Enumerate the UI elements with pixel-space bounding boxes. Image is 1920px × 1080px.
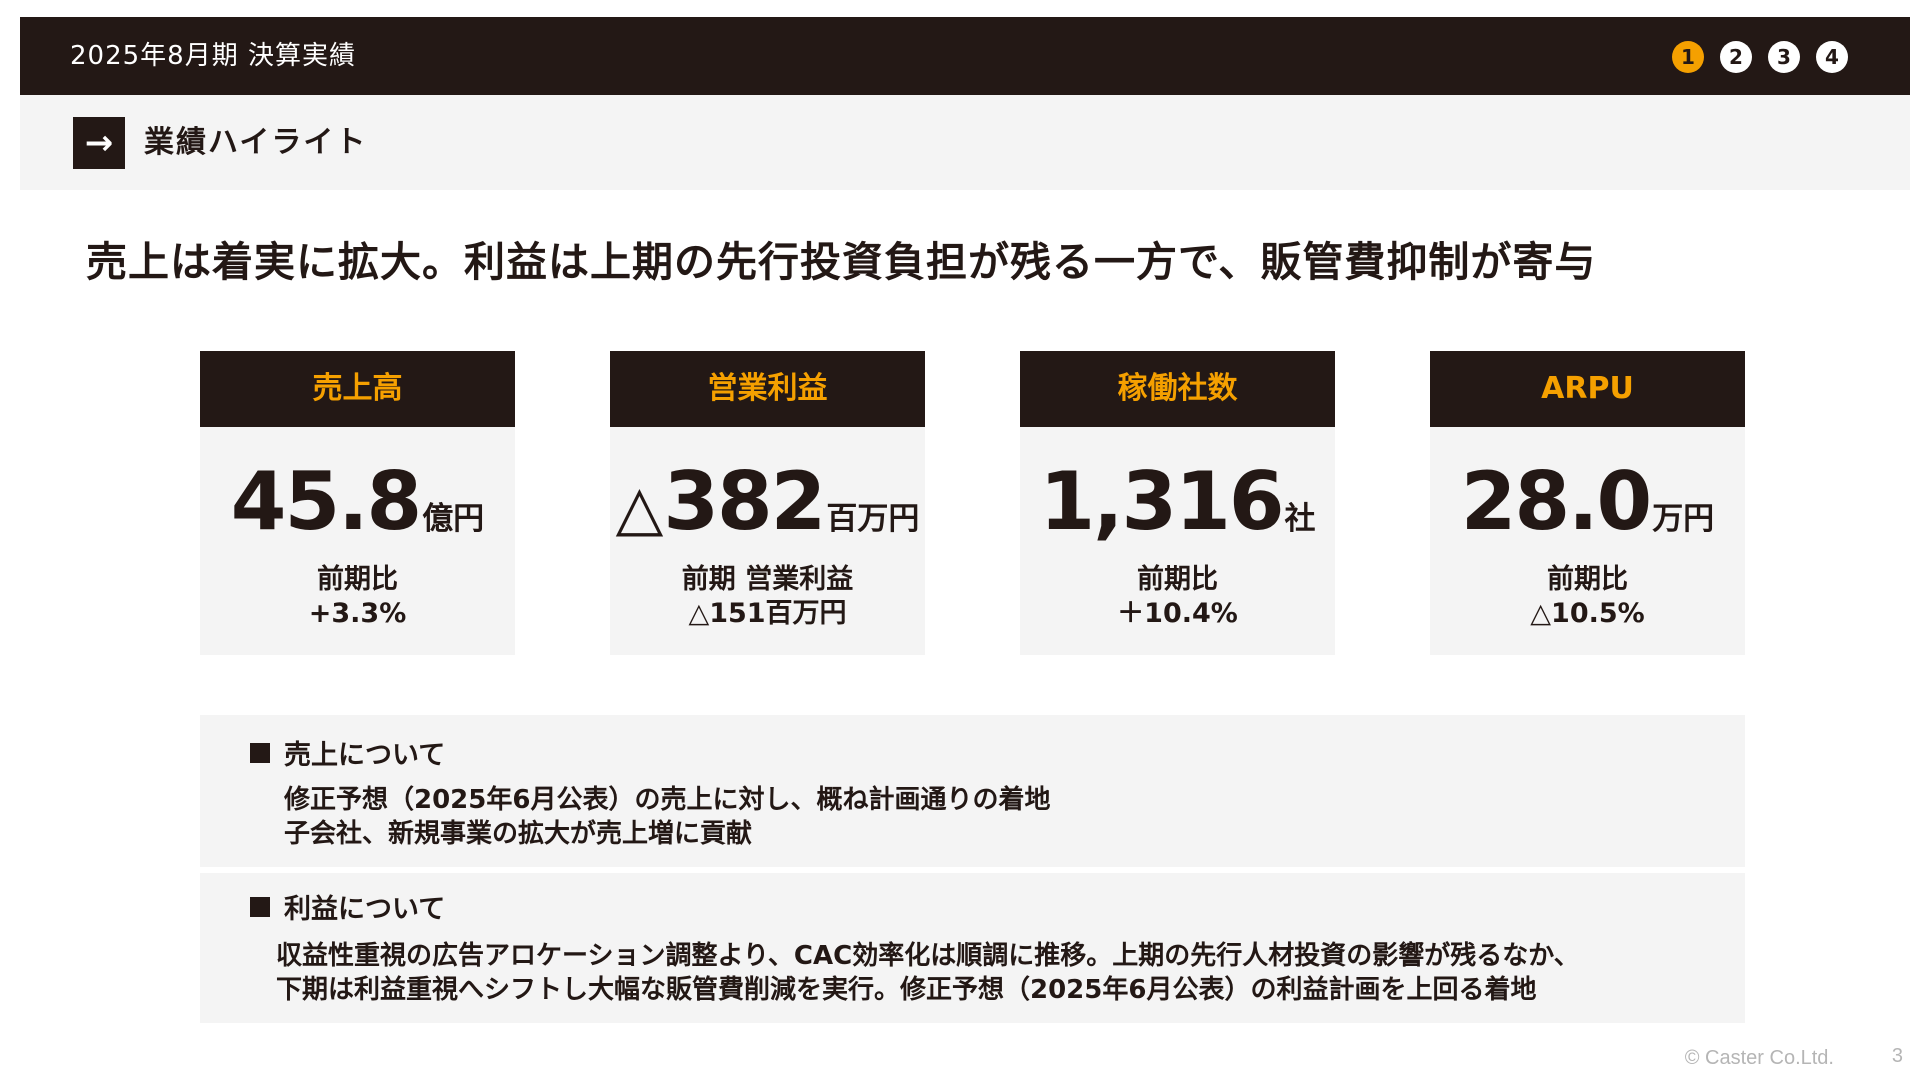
kpi-card-active-companies: 稼働社数 1,316社 前期比 ＋10.4%: [1020, 351, 1335, 655]
kpi-comparison-value: △151百万円: [688, 598, 847, 629]
kpi-value: 382: [663, 455, 826, 548]
kpi-unit: 億円: [422, 501, 485, 537]
kpi-value: 1,316: [1039, 455, 1284, 548]
note-sales: 売上について 修正予想（2025年6月公表）の売上に対し、概ね計画通りの着地 子…: [200, 715, 1745, 867]
kpi-negative-prefix: △: [615, 471, 664, 544]
kpi-comparison-value: ＋10.4%: [1117, 598, 1238, 629]
note-profit-title: 利益について: [284, 894, 446, 925]
slide: 2025年8月期 決算実績 1 2 3 4 → 業績ハイライト 売上は着実に拡大…: [0, 0, 1920, 1080]
kpi-row: 売上高 45.8億円 前期比 +3.3% 営業利益 △382百万円 前期 営業利…: [200, 351, 1745, 655]
kpi-value-line: 45.8億円: [200, 457, 515, 547]
kpi-card-operating-profit: 営業利益 △382百万円 前期 営業利益 △151百万円: [610, 351, 925, 655]
square-bullet-icon: [250, 896, 270, 917]
arrow-right-icon: →: [73, 117, 125, 169]
footer-page-number: 3: [1891, 1045, 1903, 1067]
note-sales-title: 売上について: [284, 740, 446, 771]
page-indicator: 1 2 3 4: [1672, 41, 1848, 73]
note-sales-heading: 売上について: [250, 733, 445, 772]
page-indicator-4[interactable]: 4: [1816, 41, 1848, 73]
kpi-value: 45.8: [230, 455, 422, 548]
note-profit-line: 収益性重視の広告アロケーション調整より、CAC効率化は順調に推移。上期の先行人材…: [276, 941, 1580, 971]
kpi-comparison-label: 前期 営業利益: [681, 564, 854, 595]
section-title: 業績ハイライト: [144, 125, 368, 160]
kpi-comparison: 前期比 +3.3%: [200, 563, 515, 631]
kpi-label: ARPU: [1430, 351, 1745, 427]
kpi-value-line: 1,316社: [1020, 457, 1335, 547]
kpi-comparison-label: 前期比: [1547, 564, 1628, 595]
kpi-value-line: △382百万円: [610, 457, 925, 547]
page-indicator-1[interactable]: 1: [1672, 41, 1704, 73]
header-title: 2025年8月期 決算実績: [70, 41, 356, 71]
kpi-comparison-label: 前期比: [317, 564, 398, 595]
kpi-card-sales: 売上高 45.8億円 前期比 +3.3%: [200, 351, 515, 655]
kpi-comparison: 前期 営業利益 △151百万円: [610, 563, 925, 631]
footer-copyright: © Caster Co.Ltd.: [1684, 1047, 1834, 1069]
page-indicator-3[interactable]: 3: [1768, 41, 1800, 73]
kpi-value-line: 28.0万円: [1430, 457, 1745, 547]
note-profit-line: 下期は利益重視へシフトし大幅な販管費削減を実行。修正予想（2025年6月公表）の…: [276, 975, 1537, 1005]
kpi-label: 稼働社数: [1020, 351, 1335, 427]
kpi-comparison-value: +3.3%: [308, 598, 407, 629]
kpi-comparison-label: 前期比: [1137, 564, 1218, 595]
note-sales-line: 子会社、新規事業の拡大が売上増に貢献: [284, 819, 753, 849]
page-headline: 売上は着実に拡大。利益は上期の先行投資負担が残る一方で、販管費抑制が寄与: [86, 238, 1597, 286]
kpi-value: 28.0: [1460, 455, 1652, 548]
kpi-comparison: 前期比 △10.5%: [1430, 563, 1745, 631]
kpi-unit: 万円: [1652, 501, 1715, 537]
square-bullet-icon: [250, 742, 270, 763]
kpi-unit: 百万円: [826, 501, 920, 537]
note-profit-heading: 利益について: [250, 887, 445, 926]
kpi-label: 営業利益: [610, 351, 925, 427]
note-profit: 利益について 収益性重視の広告アロケーション調整より、CAC効率化は順調に推移。…: [200, 873, 1745, 1023]
header-bar: 2025年8月期 決算実績 1 2 3 4: [20, 17, 1910, 95]
page-indicator-2[interactable]: 2: [1720, 41, 1752, 73]
kpi-label: 売上高: [200, 351, 515, 427]
kpi-unit: 社: [1284, 501, 1316, 537]
kpi-comparison-value: △10.5%: [1530, 598, 1645, 629]
note-sales-line: 修正予想（2025年6月公表）の売上に対し、概ね計画通りの着地: [284, 785, 1051, 815]
kpi-card-arpu: ARPU 28.0万円 前期比 △10.5%: [1430, 351, 1745, 655]
kpi-comparison: 前期比 ＋10.4%: [1020, 563, 1335, 631]
section-header: → 業績ハイライト: [20, 95, 1910, 190]
